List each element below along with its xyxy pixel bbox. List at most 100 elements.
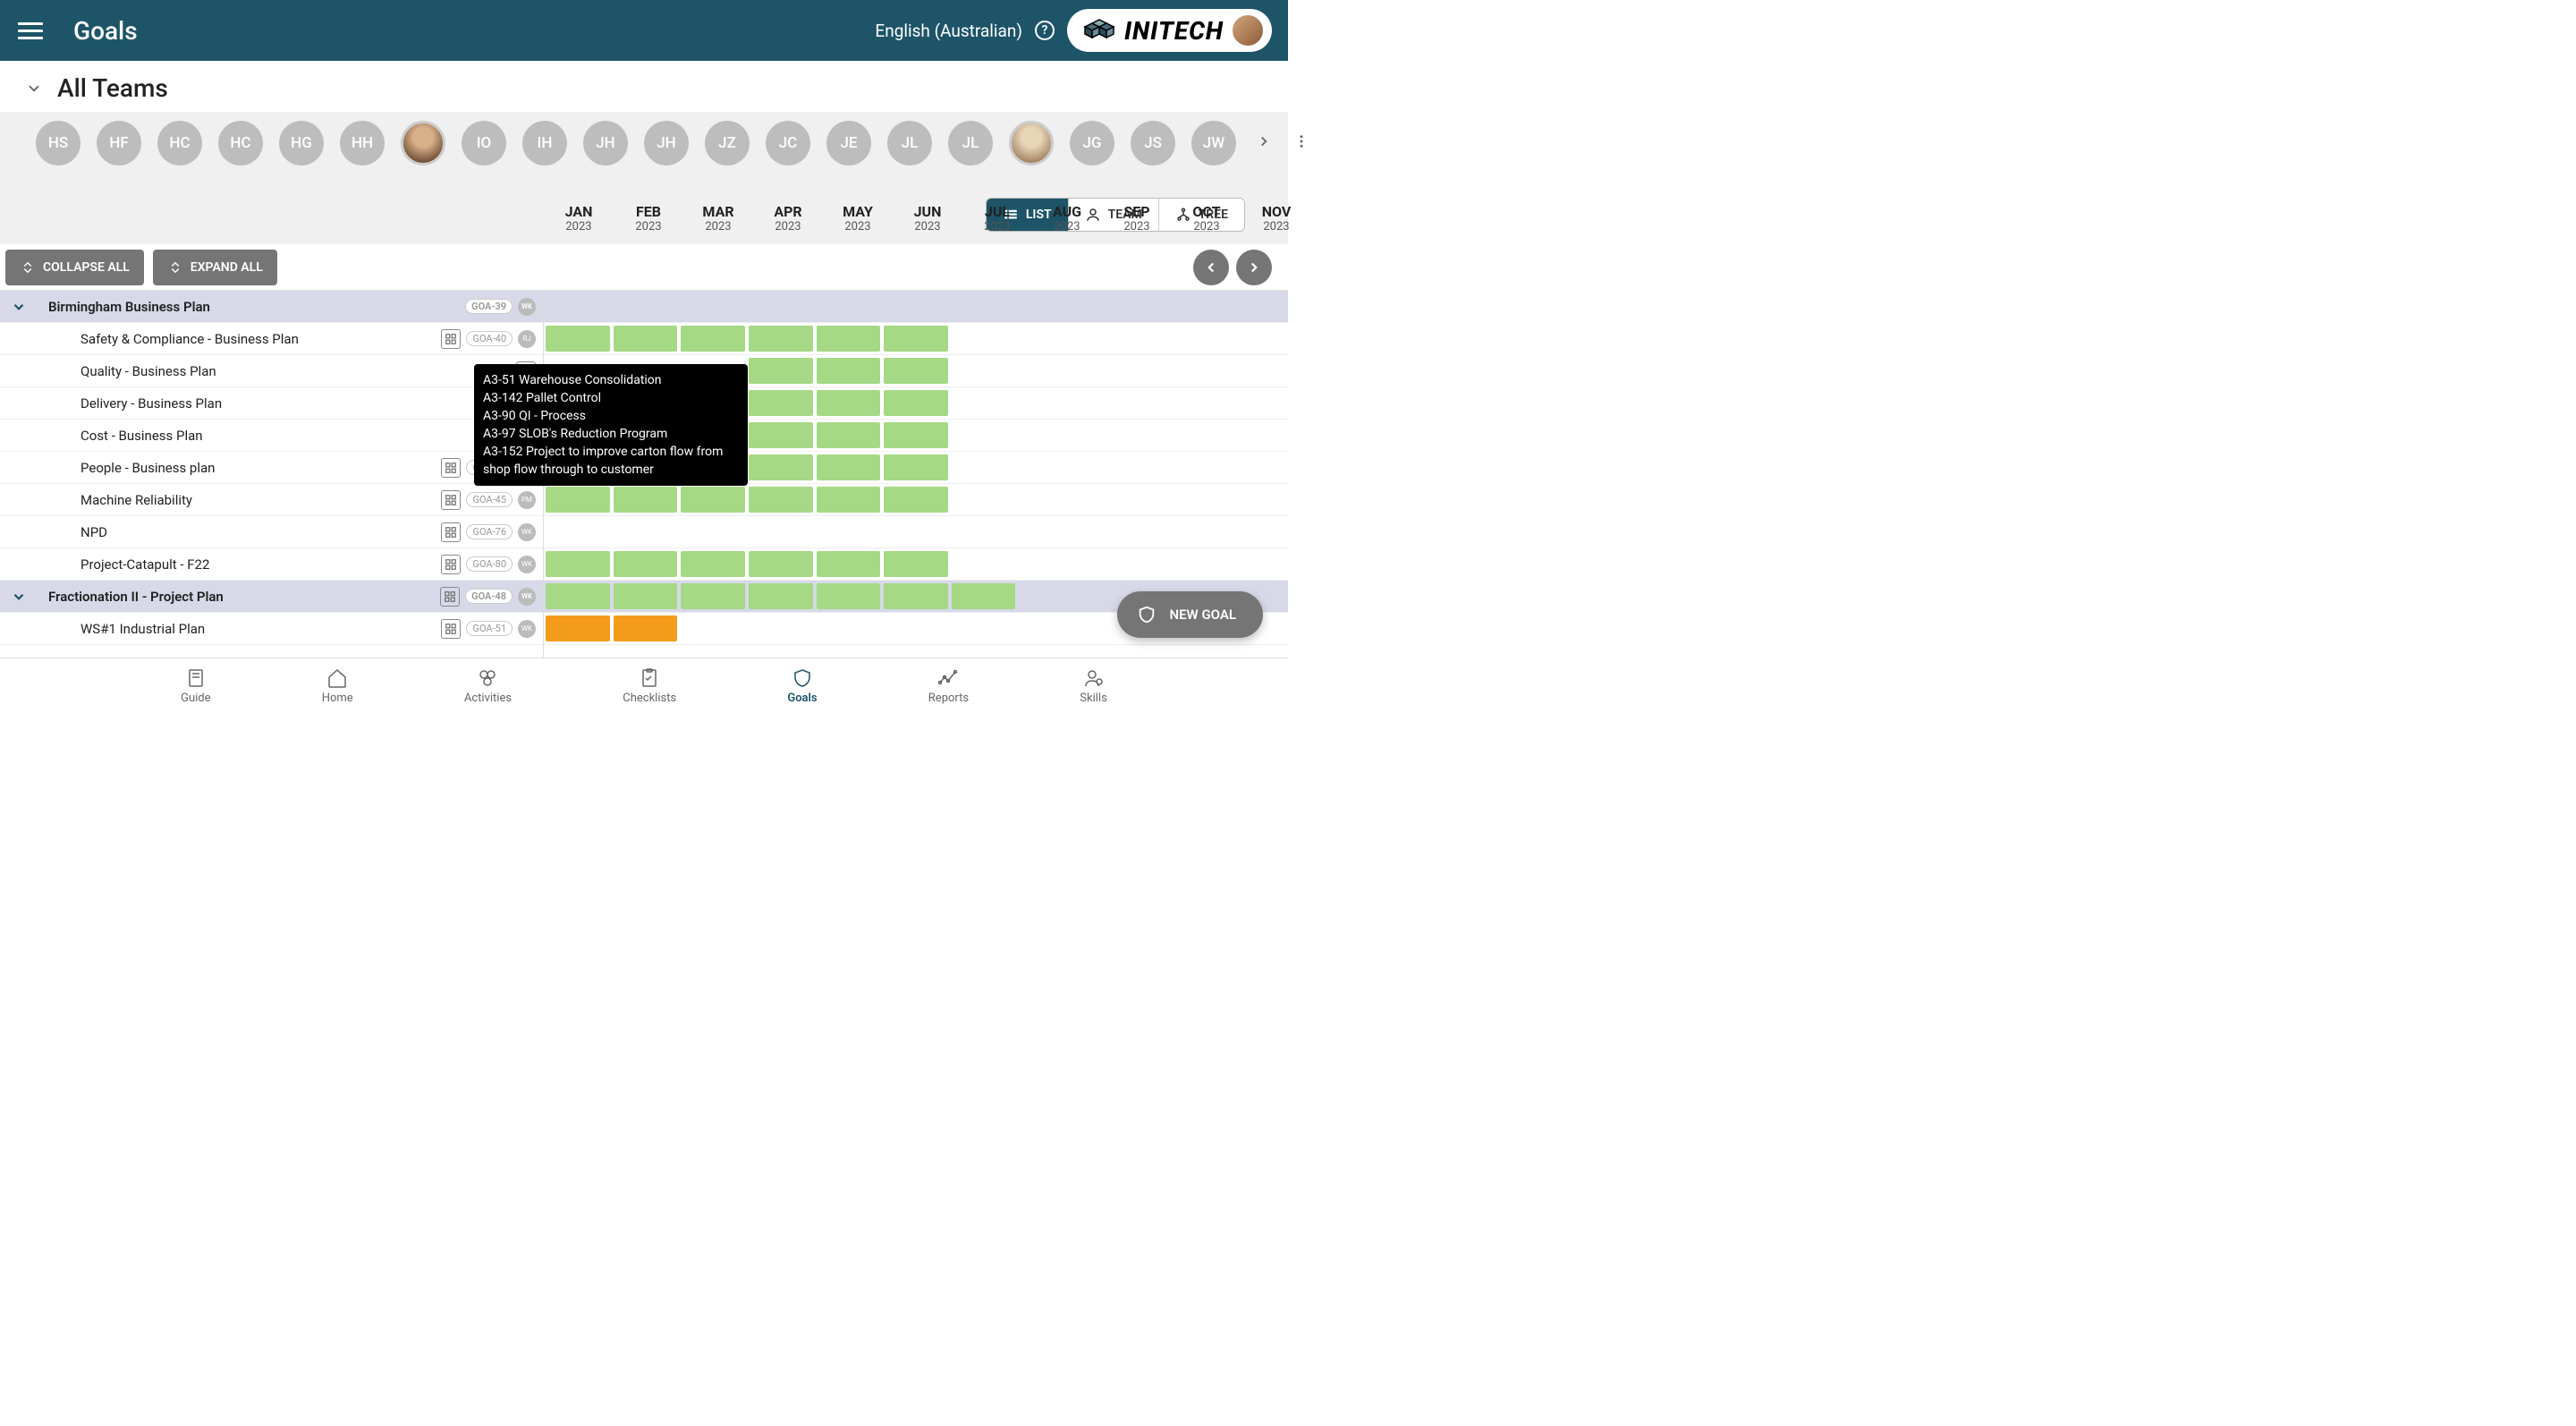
avatar-chip[interactable]: JH bbox=[644, 121, 689, 166]
gantt-bar[interactable] bbox=[749, 293, 813, 319]
gantt-bar[interactable] bbox=[884, 487, 948, 513]
gantt-bar[interactable] bbox=[546, 583, 610, 609]
owner-chip[interactable]: WK bbox=[518, 588, 536, 606]
owner-chip[interactable]: PM bbox=[518, 491, 536, 509]
checklist-icon[interactable] bbox=[441, 329, 461, 349]
expand-all-button[interactable]: EXPAND ALL bbox=[153, 250, 277, 285]
avatar-chip[interactable] bbox=[401, 121, 445, 166]
gantt-bar[interactable] bbox=[817, 583, 881, 609]
gantt-bar[interactable] bbox=[614, 615, 678, 641]
gantt-bar[interactable] bbox=[614, 551, 678, 577]
avatar-chip[interactable]: IH bbox=[522, 121, 567, 166]
menu-button[interactable] bbox=[18, 18, 43, 43]
checklist-icon[interactable] bbox=[441, 458, 461, 478]
gantt-bar[interactable] bbox=[749, 358, 813, 384]
nav-item-skills[interactable]: Skills bbox=[1080, 667, 1107, 705]
gantt-bar[interactable] bbox=[546, 293, 610, 319]
owner-chip[interactable]: WK bbox=[518, 556, 536, 573]
gantt-bar[interactable] bbox=[952, 583, 1016, 609]
checklist-icon[interactable] bbox=[441, 490, 461, 510]
owner-chip[interactable]: WK bbox=[518, 298, 536, 316]
gantt-bar[interactable] bbox=[884, 358, 948, 384]
gantt-row[interactable]: Fractionation II - Project PlanGOA-48WK bbox=[0, 581, 543, 613]
checklist-icon[interactable] bbox=[441, 619, 461, 639]
gantt-bar[interactable] bbox=[681, 487, 745, 513]
avatar-chip[interactable]: JE bbox=[826, 121, 871, 166]
gantt-bar[interactable] bbox=[817, 422, 881, 448]
gantt-bar[interactable] bbox=[884, 583, 948, 609]
owner-chip[interactable]: RJ bbox=[518, 330, 536, 348]
gantt-bar[interactable] bbox=[817, 390, 881, 416]
nav-item-goals[interactable]: Goals bbox=[787, 667, 817, 705]
gantt-bar[interactable] bbox=[681, 326, 745, 352]
timeline-next-button[interactable] bbox=[1236, 250, 1272, 285]
avatar-chip[interactable]: HH bbox=[340, 121, 385, 166]
avatar-chip[interactable] bbox=[1009, 121, 1054, 166]
avatar-chip[interactable]: IO bbox=[462, 121, 506, 166]
gantt-bar[interactable] bbox=[817, 454, 881, 480]
gantt-bar[interactable] bbox=[546, 615, 610, 641]
gantt-bar[interactable] bbox=[884, 422, 948, 448]
gantt-bar[interactable] bbox=[749, 487, 813, 513]
avatar-chip[interactable]: JW bbox=[1191, 121, 1236, 166]
avatar-chip[interactable]: JS bbox=[1131, 121, 1175, 166]
avatar-chip[interactable]: HC bbox=[218, 121, 263, 166]
gantt-bar[interactable] bbox=[546, 326, 610, 352]
avatar-chip[interactable]: JG bbox=[1070, 121, 1114, 166]
timeline-prev-button[interactable] bbox=[1193, 250, 1229, 285]
gantt-bar[interactable] bbox=[817, 326, 881, 352]
checklist-icon[interactable] bbox=[441, 555, 461, 574]
gantt-bar[interactable] bbox=[614, 326, 678, 352]
avatar-chip[interactable]: JZ bbox=[705, 121, 750, 166]
gantt-bar[interactable] bbox=[884, 326, 948, 352]
gantt-bar[interactable] bbox=[1019, 293, 1083, 319]
owner-chip[interactable]: WK bbox=[518, 523, 536, 541]
gantt-bar[interactable] bbox=[546, 487, 610, 513]
checklist-icon[interactable] bbox=[440, 587, 460, 607]
chevron-down-icon[interactable] bbox=[25, 80, 43, 98]
gantt-bar[interactable] bbox=[614, 293, 678, 319]
gantt-bar[interactable] bbox=[749, 551, 813, 577]
avatar-chip[interactable]: JL bbox=[887, 121, 932, 166]
avatar-chip[interactable]: JL bbox=[948, 121, 993, 166]
gantt-bar[interactable] bbox=[546, 551, 610, 577]
gantt-bar[interactable] bbox=[884, 551, 948, 577]
gantt-bar[interactable] bbox=[817, 358, 881, 384]
gantt-bar[interactable] bbox=[681, 583, 745, 609]
checklist-icon[interactable] bbox=[441, 522, 461, 542]
gantt-row[interactable]: Birmingham Business PlanGOA-39WK bbox=[0, 291, 543, 323]
user-avatar[interactable] bbox=[1231, 13, 1265, 47]
avatar-chip[interactable]: HC bbox=[157, 121, 202, 166]
nav-item-activities[interactable]: Activities bbox=[464, 667, 512, 705]
gantt-bar[interactable] bbox=[749, 422, 813, 448]
gantt-bar[interactable] bbox=[817, 487, 881, 513]
nav-item-home[interactable]: Home bbox=[322, 667, 353, 705]
gantt-bar[interactable] bbox=[749, 326, 813, 352]
avatar-chip[interactable]: JC bbox=[766, 121, 810, 166]
gantt-bar[interactable] bbox=[614, 487, 678, 513]
chevron-down-icon[interactable] bbox=[0, 589, 38, 605]
gantt-bar[interactable] bbox=[884, 293, 948, 319]
more-icon[interactable] bbox=[1293, 133, 1309, 153]
collapse-all-button[interactable]: COLLAPSE ALL bbox=[5, 250, 144, 285]
avatar-chip[interactable]: JH bbox=[583, 121, 628, 166]
help-icon[interactable]: ? bbox=[1035, 21, 1055, 40]
nav-item-reports[interactable]: Reports bbox=[928, 667, 969, 705]
avatar-chip[interactable]: HG bbox=[279, 121, 324, 166]
scroll-right-icon[interactable] bbox=[1256, 133, 1272, 153]
gantt-bar[interactable] bbox=[884, 390, 948, 416]
owner-chip[interactable]: WK bbox=[518, 620, 536, 638]
nav-item-guide[interactable]: Guide bbox=[181, 667, 210, 705]
gantt-bar[interactable] bbox=[749, 583, 813, 609]
nav-item-checklists[interactable]: Checklists bbox=[623, 667, 676, 705]
avatar-chip[interactable]: HF bbox=[97, 121, 141, 166]
gantt-bar[interactable] bbox=[681, 293, 745, 319]
chevron-down-icon[interactable] bbox=[0, 299, 38, 315]
gantt-bar[interactable] bbox=[884, 454, 948, 480]
gantt-bar[interactable] bbox=[681, 551, 745, 577]
gantt-bar[interactable] bbox=[749, 390, 813, 416]
gantt-bar[interactable] bbox=[952, 293, 1016, 319]
gantt-bar[interactable] bbox=[614, 583, 678, 609]
gantt-bar[interactable] bbox=[817, 551, 881, 577]
avatar-chip[interactable]: HS bbox=[36, 121, 80, 166]
